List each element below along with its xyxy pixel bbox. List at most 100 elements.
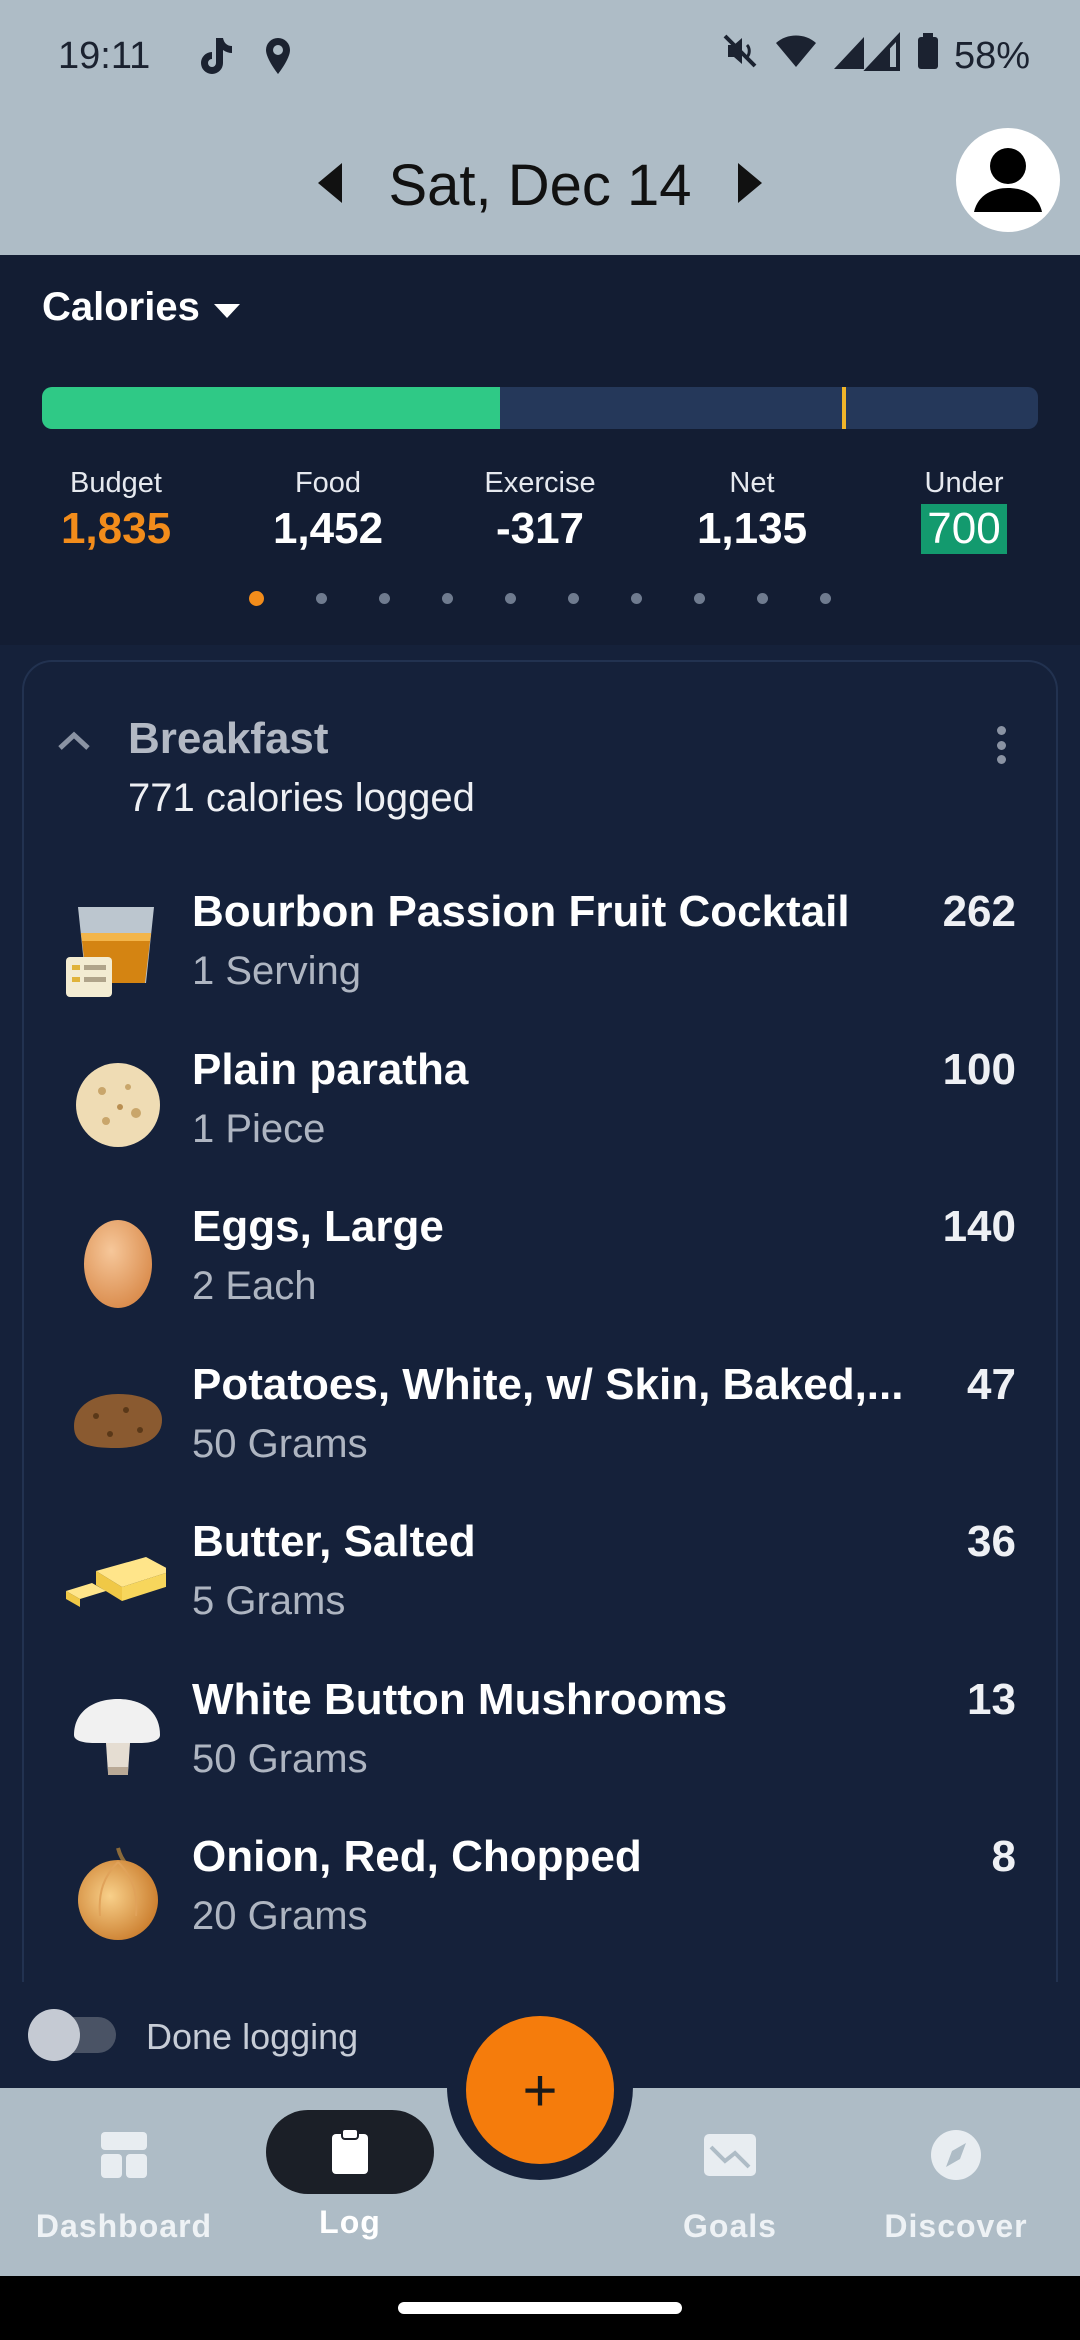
food-calories: 8 <box>991 1832 1016 1881</box>
food-serving: 2 Each <box>192 1264 317 1308</box>
status-bar: 19:11 58% <box>58 28 1030 84</box>
next-day-button[interactable] <box>730 155 770 215</box>
location-icon <box>258 36 298 76</box>
page-dot <box>568 593 579 604</box>
more-options-icon[interactable] <box>986 720 1016 770</box>
potato-icon <box>66 1370 166 1470</box>
page-dot <box>631 593 642 604</box>
stat-value: 1,452 <box>272 504 384 553</box>
plus-icon: + <box>522 2056 558 2124</box>
metric-selector[interactable]: Calories <box>42 285 240 330</box>
food-name: Eggs, Large <box>192 1202 444 1251</box>
food-serving: 20 Grams <box>192 1894 368 1938</box>
stat-label: Under <box>924 467 1004 499</box>
food-name: White Button Mushrooms <box>192 1674 728 1724</box>
budget-marker <box>841 387 846 429</box>
food-item[interactable]: Potatoes, White, w/ Skin, Baked,... 50 G… <box>24 1350 1056 1508</box>
food-serving: 50 Grams <box>192 1736 368 1781</box>
food-calories: 36 <box>967 1517 1016 1566</box>
calorie-summary[interactable]: Calories Budget 1,835 Food 1,452 Exercis… <box>0 255 1080 645</box>
onion-icon <box>66 1842 166 1942</box>
stat-value: -317 <box>495 504 585 553</box>
page-dot <box>316 593 327 604</box>
meal-calories-logged: 771 calories logged <box>128 776 475 820</box>
meal-title: Breakfast <box>128 714 329 763</box>
current-date[interactable]: Sat, Dec 14 <box>388 152 691 219</box>
stat-label: Exercise <box>484 467 596 499</box>
stat-label: Budget <box>70 467 162 499</box>
goals-icon <box>630 2120 830 2190</box>
food-item[interactable]: Eggs, Large 2 Each 140 <box>24 1192 1056 1350</box>
page-dot <box>694 593 705 604</box>
top-bar: 19:11 58% Sat, Dec 14 <box>0 0 1080 255</box>
nav-dashboard[interactable]: Dashboard <box>24 2120 224 2245</box>
nav-label: Goals <box>683 2208 777 2244</box>
page-dot <box>820 593 831 604</box>
food-name: Butter, Salted <box>192 1517 476 1566</box>
stat-budget: Budget 1,835 <box>26 467 206 554</box>
triangle-left-icon <box>316 161 344 210</box>
page-dot <box>757 593 768 604</box>
food-item[interactable]: White Button Mushrooms 50 Grams 13 <box>24 1665 1056 1823</box>
clipboard-icon <box>266 2110 434 2194</box>
previous-day-button[interactable] <box>310 155 350 215</box>
compass-icon <box>856 2120 1056 2190</box>
page-dot <box>505 593 516 604</box>
calorie-progress-bar <box>42 387 1038 429</box>
add-food-button[interactable]: + <box>466 2016 614 2164</box>
tiktok-icon <box>196 36 236 76</box>
status-time: 19:11 <box>58 34 151 77</box>
calorie-stats: Budget 1,835 Food 1,452 Exercise -317 Ne… <box>0 467 1080 554</box>
home-indicator[interactable] <box>398 2302 682 2314</box>
progress-fill <box>42 387 501 429</box>
cocktail-icon <box>66 897 166 997</box>
food-item[interactable]: Plain paratha 1 Piece 100 <box>24 1035 1056 1193</box>
stat-value: 1,835 <box>60 504 172 553</box>
food-calories: 13 <box>967 1674 1016 1724</box>
food-calories: 262 <box>942 887 1016 936</box>
food-serving: 1 Serving <box>192 949 361 993</box>
nav-log[interactable]: Log <box>250 2110 450 2241</box>
battery-icon <box>916 31 940 81</box>
done-logging-label: Done logging <box>146 2016 359 2057</box>
nav-label: Discover <box>884 2208 1028 2244</box>
egg-icon <box>66 1212 166 1312</box>
page-dot <box>379 593 390 604</box>
food-item[interactable]: Bourbon Passion Fruit Cocktail 1 Serving… <box>24 877 1056 1035</box>
paratha-icon <box>66 1055 166 1155</box>
page-indicator <box>0 591 1080 606</box>
food-serving: 5 Grams <box>192 1579 346 1623</box>
food-serving: 50 Grams <box>192 1421 368 1466</box>
stat-net: Net 1,135 <box>662 467 842 554</box>
gesture-bar <box>0 2276 1080 2340</box>
page-dot <box>249 591 264 606</box>
nav-discover[interactable]: Discover <box>856 2120 1056 2245</box>
nav-label: Dashboard <box>35 2208 213 2244</box>
stat-under: Under 700 <box>874 467 1054 554</box>
stat-food: Food 1,452 <box>238 467 418 554</box>
wifi-icon <box>774 31 818 81</box>
chevron-up-icon[interactable] <box>54 722 94 762</box>
food-item[interactable]: Butter, Salted 5 Grams 36 <box>24 1507 1056 1665</box>
meal-card-breakfast: Breakfast 771 calories logged Bourbon Pa… <box>22 660 1058 2000</box>
date-navigator: Sat, Dec 14 <box>0 140 1080 230</box>
food-calories: 47 <box>967 1359 1016 1409</box>
food-calories: 100 <box>942 1044 1016 1094</box>
signal-icon <box>832 31 902 81</box>
under-badge: 700 <box>921 504 1007 554</box>
food-name: Plain paratha <box>192 1044 469 1094</box>
food-serving: 1 Piece <box>192 1106 326 1151</box>
mute-icon <box>720 31 760 81</box>
food-name: Onion, Red, Chopped <box>192 1832 642 1881</box>
meal-header[interactable]: Breakfast 771 calories logged <box>24 702 1056 822</box>
dashboard-icon <box>24 2120 224 2190</box>
done-logging-toggle[interactable] <box>28 2009 116 2061</box>
nav-goals[interactable]: Goals <box>630 2120 830 2245</box>
food-item[interactable]: Onion, Red, Chopped 20 Grams 8 <box>24 1822 1056 1980</box>
food-name: Potatoes, White, w/ Skin, Baked,... <box>192 1359 904 1409</box>
dropdown-caret-icon <box>213 285 240 330</box>
battery-percent: 58% <box>953 34 1030 77</box>
butter-icon <box>66 1527 172 1627</box>
profile-avatar-button[interactable] <box>956 128 1060 232</box>
metric-label: Calories <box>42 285 200 329</box>
